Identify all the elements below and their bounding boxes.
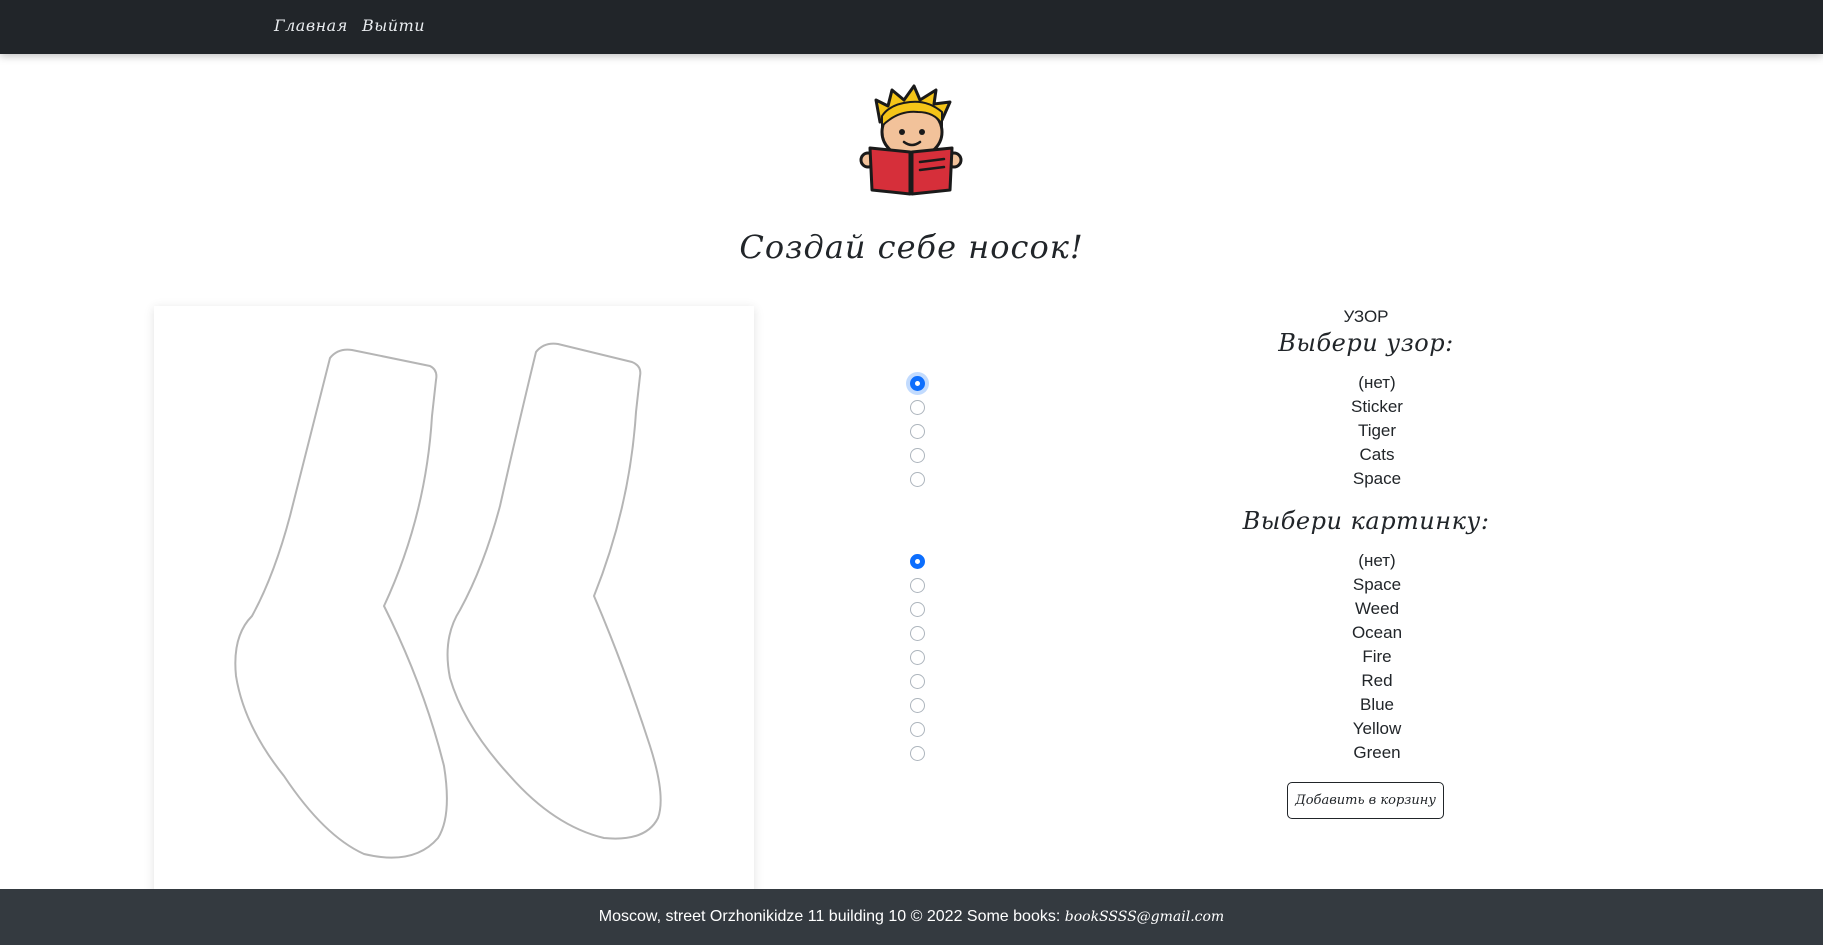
page-title: Создай себе носок! xyxy=(739,228,1084,266)
picture-option[interactable]: Red xyxy=(0,671,1823,695)
picture-option[interactable]: Blue xyxy=(0,695,1823,719)
picture-option[interactable]: (нет) xyxy=(0,551,1823,575)
pattern-option[interactable]: Sticker xyxy=(0,397,1823,421)
pattern-radio[interactable] xyxy=(910,400,925,415)
pattern-option[interactable]: Tiger xyxy=(0,421,1823,445)
picture-option-label: Blue xyxy=(1359,695,1395,714)
picture-radio[interactable] xyxy=(910,602,925,617)
picture-radio[interactable] xyxy=(910,722,925,737)
picture-option[interactable]: Weed xyxy=(0,599,1823,623)
picture-radio[interactable] xyxy=(910,554,925,569)
pattern-option-label: (нет) xyxy=(1358,373,1396,392)
pattern-option-label: Sticker xyxy=(1351,397,1403,416)
picture-option-label: Ocean xyxy=(1351,623,1403,642)
add-to-cart-button[interactable]: Добавить в корзину xyxy=(1287,782,1444,819)
pattern-option-label: Cats xyxy=(1359,445,1395,464)
pattern-heading: Выбери узор: xyxy=(1278,329,1454,357)
pattern-option-label: Space xyxy=(1352,469,1402,488)
boy-reading-book-icon xyxy=(859,84,963,196)
picture-radio[interactable] xyxy=(910,698,925,713)
navbar: Главная Выйти xyxy=(0,0,1823,54)
picture-option-label: Fire xyxy=(1362,647,1392,666)
picture-radio[interactable] xyxy=(910,650,925,665)
pattern-radio[interactable] xyxy=(910,424,925,439)
pattern-radio[interactable] xyxy=(910,376,925,391)
nav-link-home[interactable]: Главная xyxy=(274,16,348,35)
picture-option-label: Green xyxy=(1353,743,1401,762)
picture-option-label: Space xyxy=(1352,575,1402,594)
picture-radio[interactable] xyxy=(910,746,925,761)
picture-option-label: Yellow xyxy=(1352,719,1402,738)
pattern-option[interactable]: Space xyxy=(0,469,1823,493)
picture-option[interactable]: Fire xyxy=(0,647,1823,671)
pattern-radio[interactable] xyxy=(910,448,925,463)
pattern-option-label: Tiger xyxy=(1357,421,1397,440)
pattern-radio[interactable] xyxy=(910,472,925,487)
picture-option-label: (нет) xyxy=(1358,551,1396,570)
picture-heading: Выбери картинку: xyxy=(1242,507,1490,535)
picture-radio[interactable] xyxy=(910,674,925,689)
footer-text: Moscow, street Orzhonikidze 11 building … xyxy=(598,908,1061,925)
picture-option[interactable]: Yellow xyxy=(0,719,1823,743)
picture-option-label: Weed xyxy=(1354,599,1400,618)
picture-radio[interactable] xyxy=(910,626,925,641)
nav-link-logout[interactable]: Выйти xyxy=(362,16,425,35)
picture-radio[interactable] xyxy=(910,578,925,593)
picture-option[interactable]: Green xyxy=(0,743,1823,767)
pattern-option[interactable]: Cats xyxy=(0,445,1823,469)
pattern-option[interactable]: (нет) xyxy=(0,373,1823,397)
footer-email-link[interactable]: bookSSSS@gmail.com xyxy=(1065,909,1224,925)
pattern-section-label: УЗОР xyxy=(1343,307,1389,326)
picture-option-label: Red xyxy=(1361,671,1393,690)
picture-option[interactable]: Space xyxy=(0,575,1823,599)
footer: Moscow, street Orzhonikidze 11 building … xyxy=(0,889,1823,945)
picture-option[interactable]: Ocean xyxy=(0,623,1823,647)
